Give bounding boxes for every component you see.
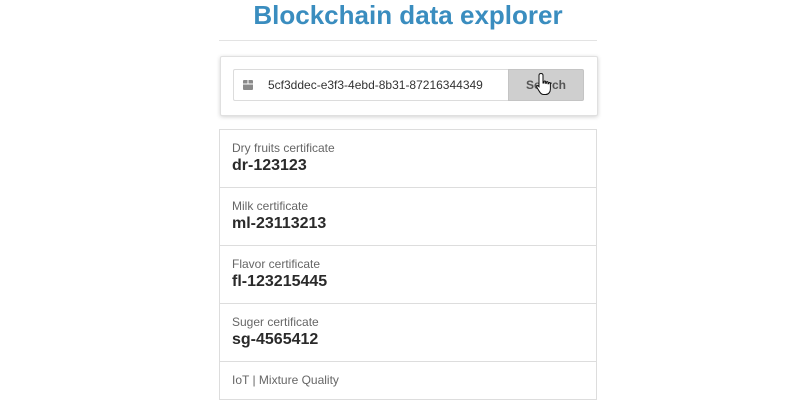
list-item: Suger certificate sg-4565412 (220, 304, 596, 362)
footer-text: IoT | Mixture Quality (220, 362, 596, 400)
certificate-value: dr-123123 (232, 157, 307, 174)
certificate-label: Suger certificate (232, 315, 319, 329)
certificate-value: sg-4565412 (232, 331, 319, 348)
list-item: Milk certificate ml-23113213 (220, 188, 596, 246)
list-item: Dry fruits certificate dr-123123 (220, 130, 596, 188)
certificate-label: Flavor certificate (232, 257, 321, 271)
search-card: Search (220, 56, 598, 116)
certificate-list: Dry fruits certificate dr-123123 Milk ce… (219, 129, 597, 400)
search-button[interactable]: Search (508, 69, 584, 101)
certificate-label: Milk certificate (232, 199, 309, 213)
cube-icon (234, 70, 262, 100)
certificate-label: Dry fruits certificate (232, 141, 335, 155)
search-input[interactable] (262, 78, 506, 92)
title-divider (219, 40, 597, 41)
search-field[interactable] (233, 69, 508, 101)
certificate-value: fl-123215445 (232, 273, 328, 290)
page-title: Blockchain data explorer (253, 0, 563, 30)
list-item: Flavor certificate fl-123215445 (220, 246, 596, 304)
certificate-value: ml-23113213 (232, 215, 327, 232)
